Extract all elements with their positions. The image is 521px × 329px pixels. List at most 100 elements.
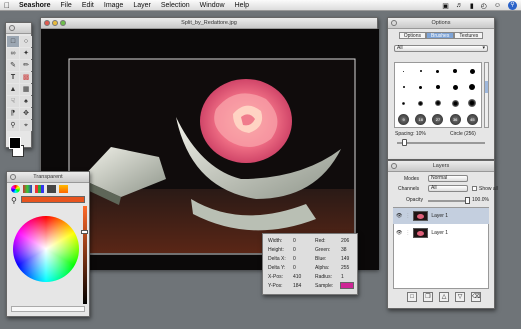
wand-icon[interactable]: ✦ — [20, 48, 32, 59]
crop-icon[interactable]: ⌖ — [20, 120, 32, 131]
blend-mode-select[interactable]: Normal — [428, 175, 468, 182]
minimize-icon[interactable] — [52, 20, 58, 26]
menu-help[interactable]: Help — [230, 2, 254, 9]
tab-brushes[interactable]: Brushes — [425, 32, 455, 39]
brush-preset[interactable] — [447, 95, 464, 111]
brush-scrollbar[interactable] — [484, 62, 489, 128]
lower-layer-button[interactable]: ▽ — [455, 292, 465, 302]
menu-image[interactable]: Image — [99, 2, 128, 9]
eye-icon[interactable]: 👁 — [396, 230, 402, 236]
brush-preset[interactable]: 18 — [412, 111, 429, 127]
brush-preset[interactable]: 27 — [429, 111, 446, 127]
volume-icon[interactable]: ♬ — [456, 2, 463, 9]
layers-titlebar[interactable]: Layers — [388, 161, 494, 172]
duplicate-layer-button[interactable]: ❐ — [423, 292, 433, 302]
menu-selection[interactable]: Selection — [156, 2, 195, 9]
delete-layer-button[interactable]: ⌫ — [471, 292, 481, 302]
spacing-slider[interactable] — [397, 142, 485, 144]
close-icon[interactable] — [10, 174, 16, 180]
zoom-icon[interactable]: ⚲ — [7, 120, 19, 131]
rect-select-icon[interactable]: □ — [7, 36, 19, 47]
pencil-icon[interactable]: ✎ — [7, 60, 19, 71]
user-icon[interactable]: ☺ — [494, 2, 501, 9]
close-icon[interactable] — [391, 163, 397, 169]
tab-options[interactable]: Options — [398, 32, 426, 39]
brush-preset[interactable] — [464, 95, 481, 111]
clock-icon[interactable]: ◴ — [481, 2, 487, 10]
brush-preset[interactable] — [429, 79, 446, 95]
smudge-icon[interactable]: ☟ — [7, 96, 19, 107]
brightness-slider[interactable] — [83, 206, 87, 304]
menu-window[interactable]: Window — [195, 2, 230, 9]
brightness-slider-thumb[interactable] — [81, 230, 88, 234]
close-icon[interactable] — [9, 25, 15, 31]
gradient-icon[interactable]: ▦ — [20, 84, 32, 95]
link-icon[interactable]: ⋮ — [405, 230, 410, 236]
current-color-bar[interactable] — [21, 196, 85, 203]
brush-preset[interactable] — [395, 79, 412, 95]
menu-app[interactable]: Seashore — [14, 2, 56, 9]
brush-preset[interactable]: 45 — [464, 111, 481, 127]
fill-icon[interactable]: ▲ — [7, 84, 19, 95]
eraser-icon[interactable]: ▩ — [20, 72, 32, 83]
menu-edit[interactable]: Edit — [77, 2, 99, 9]
brush-preset[interactable] — [429, 95, 446, 111]
info-panel: Width: 0 Height: 0 Delta X: 0 Delta Y: 0… — [262, 233, 358, 295]
move-icon[interactable]: ✥ — [20, 108, 32, 119]
layer-row[interactable]: 👁 ⋮ Layer 1 — [393, 208, 489, 224]
toolbox-titlebar[interactable] — [6, 23, 31, 34]
close-icon[interactable] — [44, 20, 50, 26]
brush-preset[interactable] — [412, 95, 429, 111]
brush-preset[interactable] — [429, 63, 446, 79]
new-layer-button[interactable]: □ — [407, 292, 417, 302]
brush-icon[interactable]: ✏ — [20, 60, 32, 71]
eye-icon[interactable]: 👁 — [396, 213, 402, 219]
spotlight-icon[interactable]: ⚲ — [508, 1, 517, 10]
brush-scrollbar-thumb[interactable] — [485, 81, 488, 93]
raise-layer-button[interactable]: △ — [439, 292, 449, 302]
document-titlebar[interactable]: Split_by_Redattore.jpg — [41, 18, 377, 29]
show-all-checkbox[interactable] — [472, 186, 477, 191]
apple-icon[interactable]:  — [0, 1, 14, 10]
color-palette-mode-icon[interactable] — [35, 185, 44, 193]
close-icon[interactable] — [391, 20, 397, 26]
foreground-color-swatch[interactable] — [9, 137, 21, 149]
tab-textures[interactable]: Textures — [454, 32, 484, 39]
brush-preset[interactable] — [412, 79, 429, 95]
image-palette-mode-icon[interactable] — [47, 185, 56, 193]
options-titlebar[interactable]: Options — [388, 18, 494, 29]
spacing-slider-thumb[interactable] — [402, 139, 407, 146]
brush-preset[interactable] — [447, 63, 464, 79]
brush-preset[interactable] — [395, 95, 412, 111]
brush-preset[interactable] — [412, 63, 429, 79]
brush-preset[interactable]: 9 — [395, 111, 412, 127]
search-icon[interactable]: ⚲ — [11, 196, 17, 205]
brush-preset[interactable]: 36 — [447, 111, 464, 127]
display-icon[interactable]: ▣ — [442, 2, 449, 10]
ellipse-select-icon[interactable]: ○ — [20, 36, 32, 47]
clone-icon[interactable]: ♠ — [20, 96, 32, 107]
brush-preset[interactable] — [395, 63, 412, 79]
color-wheel[interactable] — [13, 216, 79, 282]
eyedropper-icon[interactable]: ⁋ — [7, 108, 19, 119]
brush-preset[interactable] — [464, 79, 481, 95]
color-sliders-mode-icon[interactable] — [23, 185, 32, 193]
battery-icon[interactable]: ▮ — [470, 2, 474, 10]
crayons-mode-icon[interactable] — [59, 185, 68, 193]
brush-filter-select[interactable]: All ▾ — [394, 45, 488, 52]
brush-preset[interactable] — [464, 63, 481, 79]
opacity-slider[interactable] — [428, 200, 468, 202]
color-titlebar[interactable]: Transparent — [7, 172, 89, 183]
opacity-slider-thumb[interactable] — [465, 197, 470, 204]
lasso-icon[interactable]: ∞ — [7, 48, 19, 59]
menu-file[interactable]: File — [56, 2, 77, 9]
link-icon[interactable]: ⋮ — [405, 213, 410, 219]
color-wheel-mode-icon[interactable] — [11, 185, 20, 193]
opacity-slider[interactable] — [11, 306, 85, 312]
text-icon[interactable]: T — [7, 72, 19, 83]
layer-row[interactable]: 👁 ⋮ Layer 1 — [393, 225, 489, 241]
brush-preset[interactable] — [447, 79, 464, 95]
zoom-window-icon[interactable] — [60, 20, 66, 26]
channels-select[interactable]: All — [428, 185, 468, 192]
menu-layer[interactable]: Layer — [128, 2, 156, 9]
